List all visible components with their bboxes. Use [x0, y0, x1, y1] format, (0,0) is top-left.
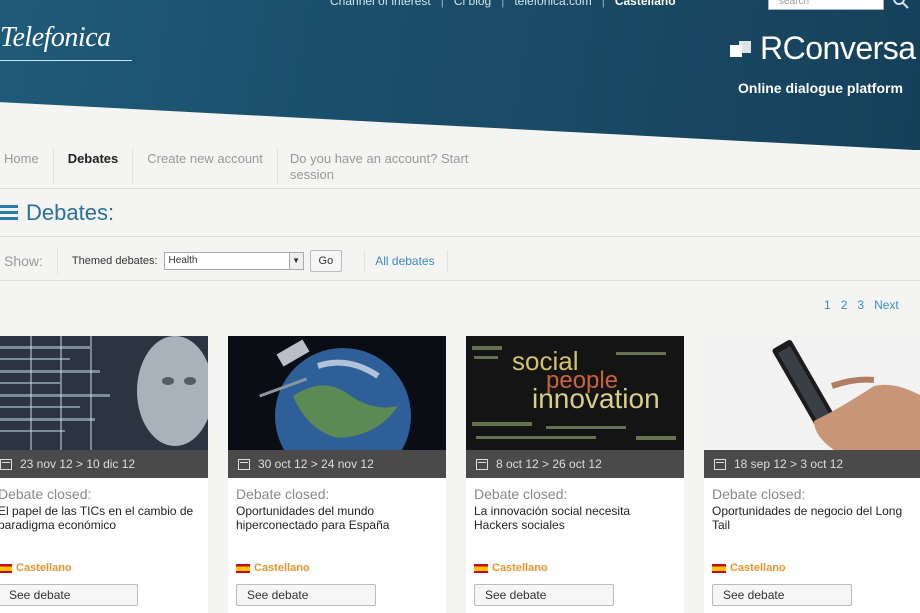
all-debates-link[interactable]: All debates [364, 250, 448, 272]
search-input[interactable]: search [768, 0, 884, 10]
page-title-row: Debates: [0, 200, 114, 226]
debate-date-bar: 8 oct 12 > 26 oct 12 [466, 450, 684, 478]
debate-language: Castellano [0, 562, 208, 574]
debate-status: Debate closed: [0, 486, 92, 502]
filter-bar: Show: Themed debates: Health ▼ Go All de… [0, 246, 920, 276]
debate-language: Castellano [712, 562, 920, 574]
debate-status: Debate closed: [236, 486, 330, 502]
page-link-2[interactable]: 2 [841, 298, 848, 312]
divider [0, 188, 920, 189]
debate-status: Debate closed: [712, 486, 806, 502]
debate-title[interactable]: Oportunidades del mundo hiperconectado p… [236, 504, 438, 552]
separator: | [440, 0, 444, 8]
page-link-3[interactable]: 3 [857, 298, 864, 312]
divider [0, 236, 920, 237]
go-button[interactable]: Go [309, 250, 343, 272]
debate-date: 30 oct 12 > 24 nov 12 [258, 457, 374, 471]
header-wave [0, 100, 920, 150]
calendar-icon [0, 458, 12, 470]
spain-flag-icon [474, 563, 488, 573]
search-icon[interactable] [892, 0, 910, 10]
word-cloud-innovation: innovation [532, 383, 660, 414]
pagination: 1 2 3 Next [824, 298, 899, 312]
debate-status: Debate closed: [474, 486, 568, 502]
next-page-link[interactable]: Next [874, 298, 899, 312]
spain-flag-icon [236, 563, 250, 573]
top-link-telefonica[interactable]: telefonica.com [514, 0, 591, 8]
debate-card: social people innovation 8 oct 12 > 26 o… [466, 336, 684, 613]
debate-date: 23 nov 12 > 10 dic 12 [20, 457, 136, 471]
debate-language-label: Castellano [16, 562, 72, 574]
separator: | [501, 0, 505, 8]
page-title: Debates: [26, 200, 115, 225]
debate-language: Castellano [236, 562, 446, 574]
nav-home[interactable]: Home [0, 148, 54, 184]
chevron-down-icon[interactable]: ▼ [288, 253, 303, 269]
debate-language-label: Castellano [254, 562, 310, 574]
theme-select[interactable]: Health ▼ [163, 252, 304, 270]
tagline: Online dialogue platform [738, 80, 903, 96]
spain-flag-icon [712, 563, 726, 573]
page-link-1[interactable]: 1 [824, 298, 831, 312]
debate-image-tablet[interactable] [704, 336, 920, 450]
site-header: Channel of interest | Cl blog | telefoni… [0, 0, 920, 150]
main-nav: Home Debates Create new account Do you h… [0, 148, 920, 190]
debate-language-label: Castellano [492, 562, 548, 574]
debate-card: 18 sep 12 > 3 oct 12 Debate closed: Opor… [704, 336, 920, 613]
top-link-channel[interactable]: Channel of interest [330, 0, 431, 8]
calendar-icon [476, 458, 488, 470]
logo-underline [0, 60, 132, 61]
spain-flag-icon [0, 563, 12, 573]
divider [0, 280, 920, 281]
debate-language-label: Castellano [730, 562, 786, 574]
nav-start-session[interactable]: Do you have an account? Start session [278, 148, 518, 184]
language-selector[interactable]: Castellano [615, 0, 676, 8]
separator: | [601, 0, 605, 8]
list-icon [0, 205, 18, 221]
debate-date-bar: 23 nov 12 > 10 dic 12 [0, 450, 208, 478]
brand-name: RConversa [760, 30, 916, 66]
themed-debates-label: Themed debates: [71, 255, 158, 267]
debate-date: 18 sep 12 > 3 oct 12 [734, 457, 844, 471]
debate-date-bar: 18 sep 12 > 3 oct 12 [704, 450, 920, 478]
see-debate-button[interactable]: See debate [712, 584, 852, 606]
debate-title[interactable]: La innovación social necesita Hackers so… [474, 504, 676, 552]
debate-image-earth[interactable] [228, 336, 446, 450]
see-debate-button[interactable]: See debate [236, 584, 376, 606]
top-links: Channel of interest | Cl blog | telefoni… [330, 0, 676, 8]
top-link-blog[interactable]: Cl blog [454, 0, 491, 8]
rconversa-logo-icon [730, 39, 752, 59]
debate-card: 30 oct 12 > 24 nov 12 Debate closed: Opo… [228, 336, 446, 613]
see-debate-button[interactable]: See debate [0, 584, 138, 606]
calendar-icon [238, 458, 250, 470]
debate-image-word-cloud[interactable]: social people innovation [466, 336, 684, 450]
debate-title[interactable]: El papel de las TICs en el cambio de par… [0, 504, 200, 552]
debate-card: 23 nov 12 > 10 dic 12 Debate closed: El … [0, 336, 208, 613]
debate-date-bar: 30 oct 12 > 24 nov 12 [228, 450, 446, 478]
nav-debates[interactable]: Debates [54, 148, 134, 184]
brand: RConversa [730, 30, 916, 67]
calendar-icon [714, 458, 726, 470]
debate-image-digital-face[interactable] [0, 336, 208, 450]
show-label: Show: [0, 248, 58, 274]
see-debate-button[interactable]: See debate [474, 584, 614, 606]
debate-title[interactable]: Oportunidades de negocio del Long Tail [712, 504, 914, 552]
nav-create-account[interactable]: Create new account [133, 148, 278, 184]
theme-select-value: Health [168, 255, 198, 266]
debate-language: Castellano [474, 562, 684, 574]
telefonica-logo[interactable]: Telefonica [0, 22, 111, 54]
debate-date: 8 oct 12 > 26 oct 12 [496, 457, 602, 471]
